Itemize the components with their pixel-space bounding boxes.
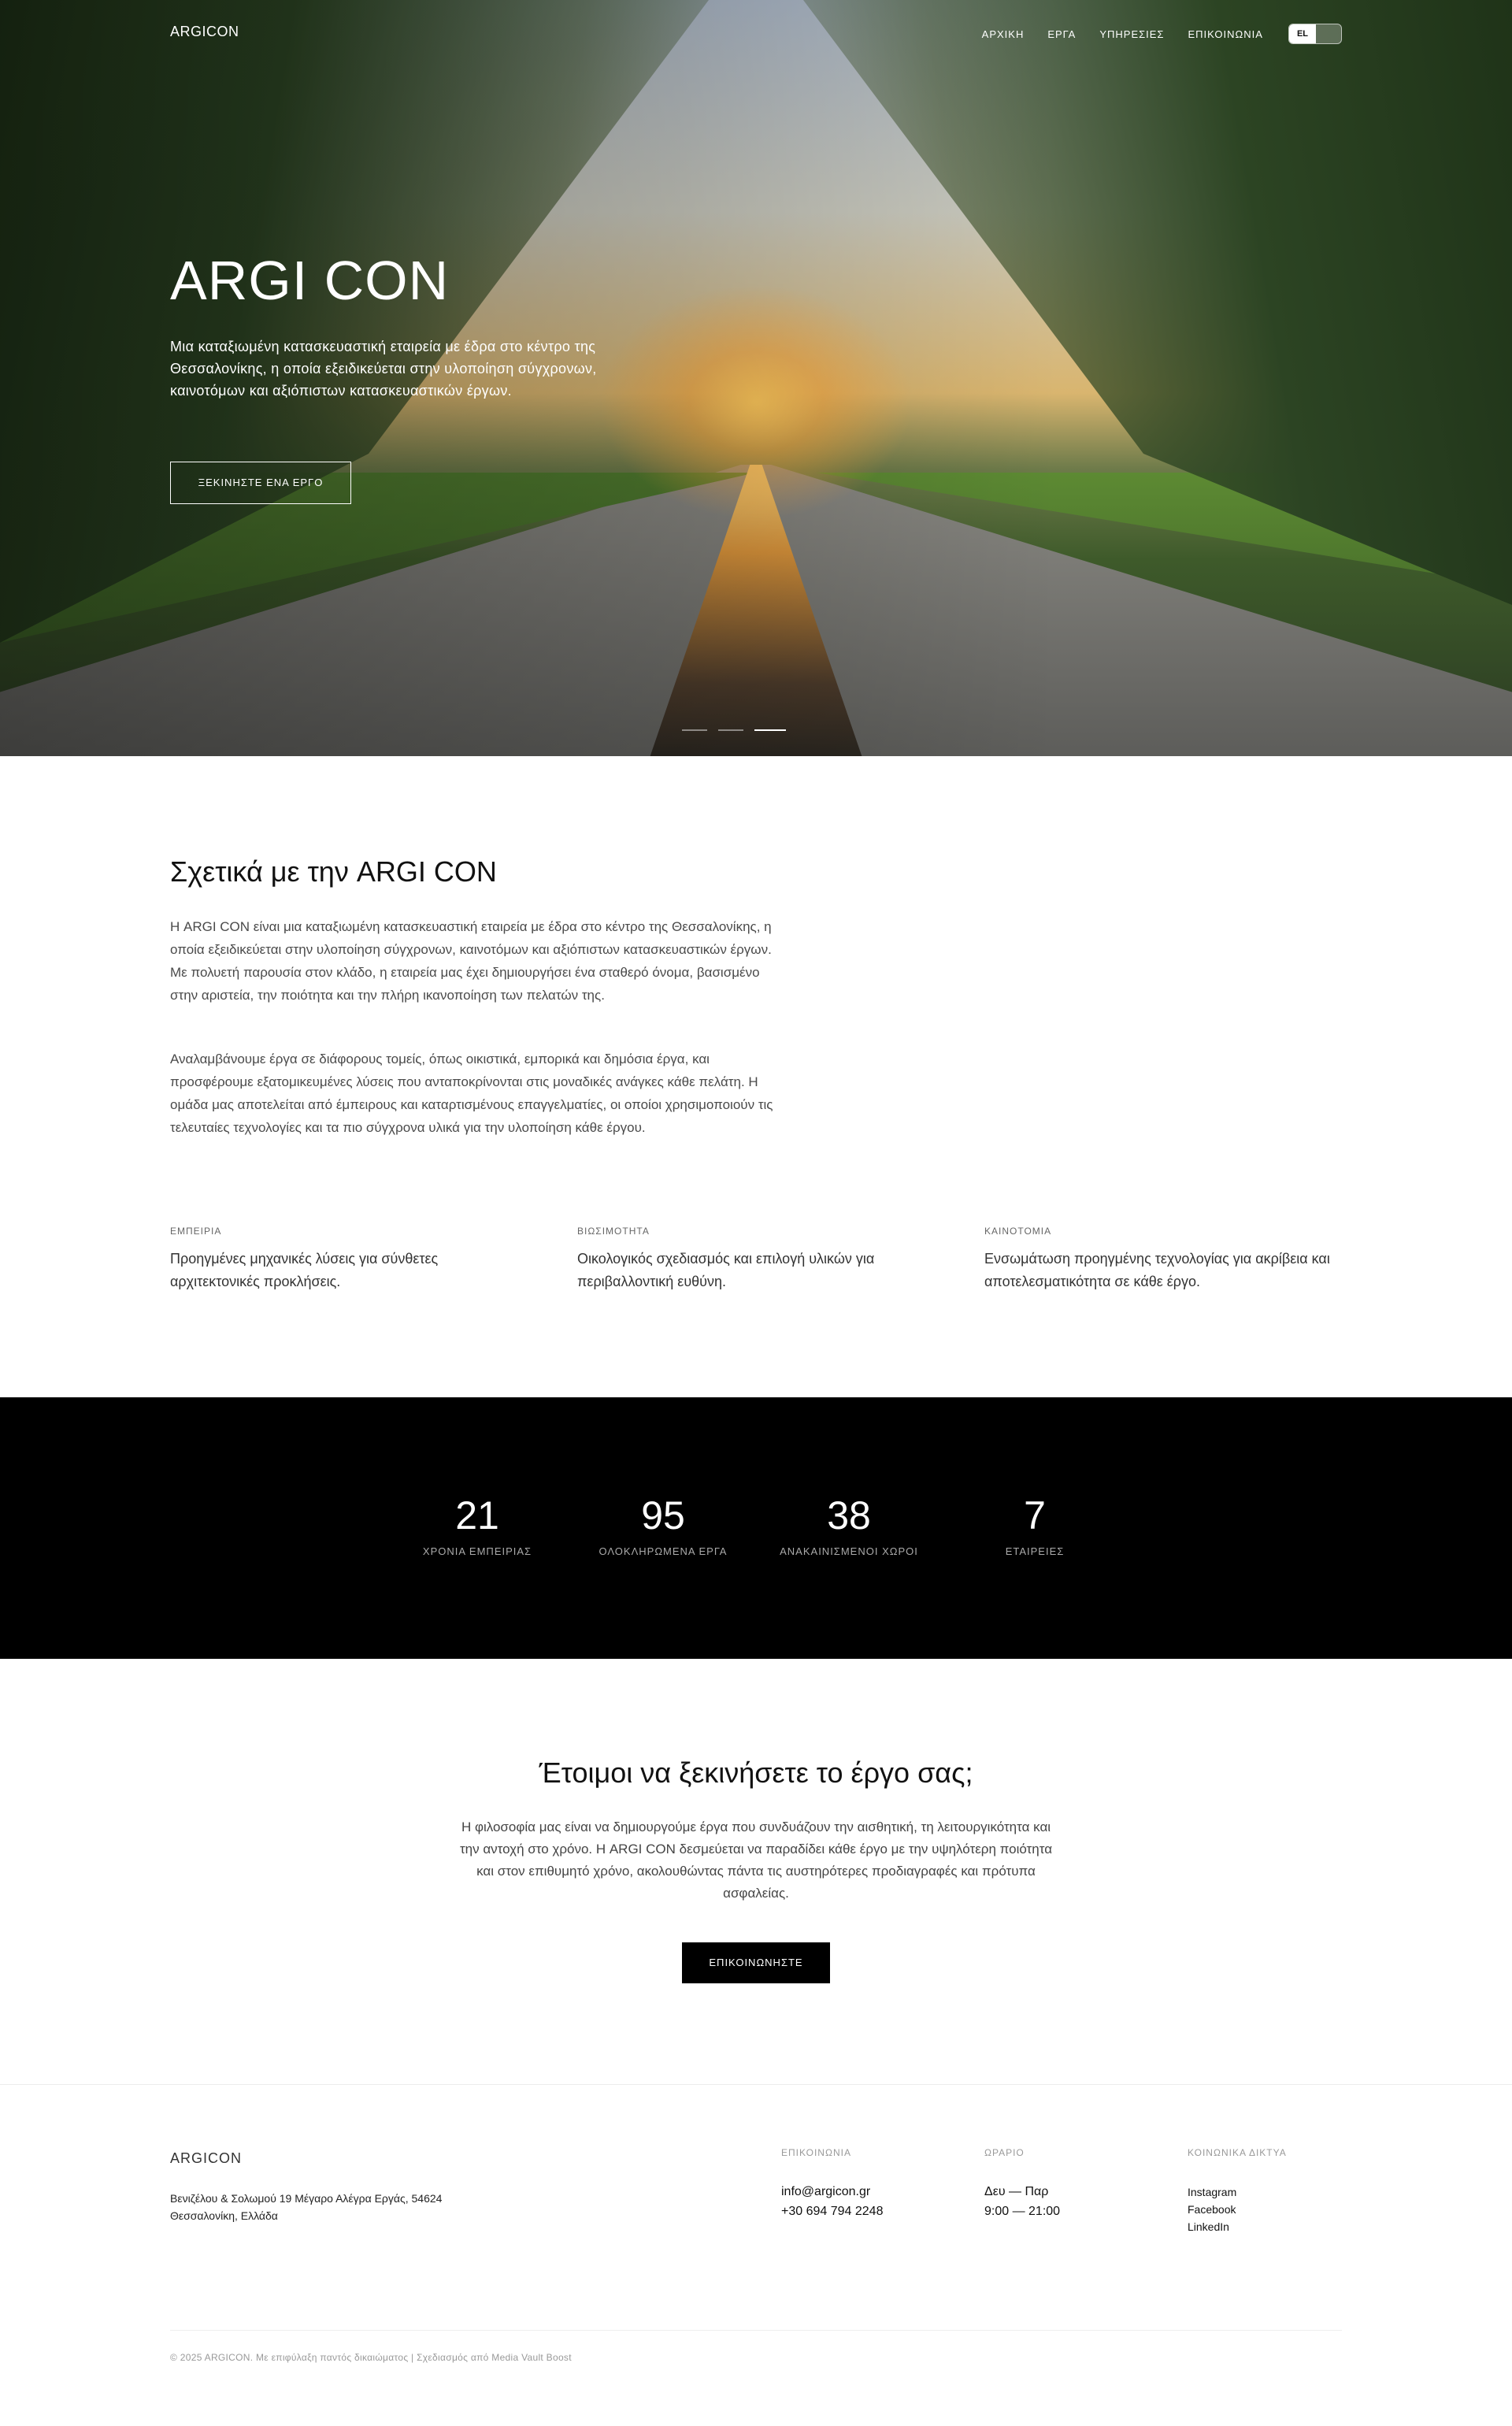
stat-projects: 95 ΟΛΟΚΛΗΡΩΜΕΝΑ ΕΡΓΑ <box>570 1492 756 1557</box>
footer-social-label: ΚΟΙΝΩΝΙΚΑ ΔΙΚΤΥΑ <box>1188 2147 1287 2158</box>
start-project-button[interactable]: ΞΕΚΙΝΗΣΤΕ ΕΝΑ ΕΡΓΟ <box>170 462 351 504</box>
hero-title: ARGI CON <box>170 250 450 311</box>
about-title: Σχετικά με την ARGI CON <box>170 855 497 888</box>
footer-hours-label: ΩΡΑΡΙΟ <box>984 2147 1025 2158</box>
footer-address: Βενιζέλου & Σολωμού 19 Μέγαρο Αλέγρα Εργ… <box>170 2190 442 2224</box>
feature-label: ΚΑΙΝΟΤΟΜΙΑ <box>984 1226 1052 1237</box>
social-link-instagram[interactable]: Instagram <box>1188 2183 1287 2201</box>
feature-innovation: ΚΑΙΝΟΤΟΜΙΑ Ενσωμάτωση προηγμένης τεχνολο… <box>984 1226 1339 1293</box>
nav-link-services[interactable]: ΥΠΗΡΕΣΙΕΣ <box>1099 28 1164 40</box>
language-option-el[interactable]: EL <box>1288 24 1316 43</box>
social-link-facebook[interactable]: Facebook <box>1188 2201 1287 2218</box>
stat-years: 21 ΧΡΟΝΙΑ ΕΜΠΕΙΡΙΑΣ <box>384 1492 570 1557</box>
slide-indicator-2[interactable] <box>718 729 743 731</box>
nav-link-projects[interactable]: ΕΡΓΑ <box>1047 28 1076 40</box>
footer-contact-label: ΕΠΙΚΟΙΝΩΝΙΑ <box>781 2147 851 2158</box>
stat-value: 21 <box>455 1493 499 1538</box>
footer-contact-column: ΕΠΙΚΟΙΝΩΝΙΑ info@argicon.gr +30 694 794 … <box>781 2147 883 2221</box>
feature-text: Οικολογικός σχεδιασμός και επιλογή υλικώ… <box>577 1251 875 1289</box>
main-nav: ΑΡΧΙΚΗ ΕΡΓΑ ΥΠΗΡΕΣΙΕΣ ΕΠΙΚΟΙΝΩΝΙΑ EL <box>982 24 1342 44</box>
stat-label: ΧΡΟΝΙΑ ΕΜΠΕΙΡΙΑΣ <box>422 1545 532 1557</box>
social-link-linkedin[interactable]: LinkedIn <box>1188 2218 1287 2235</box>
stat-label: ΕΤΑΙΡΕΙΕΣ <box>1005 1545 1065 1557</box>
hero-section: ARGICON ΑΡΧΙΚΗ ΕΡΓΑ ΥΠΗΡΕΣΙΕΣ ΕΠΙΚΟΙΝΩΝΙ… <box>0 0 1512 756</box>
nav-link-home[interactable]: ΑΡΧΙΚΗ <box>982 28 1025 40</box>
footer-social-column: ΚΟΙΝΩΝΙΚΑ ΔΙΚΤΥΑ Instagram Facebook Link… <box>1188 2147 1287 2235</box>
contact-us-button[interactable]: ΕΠΙΚΟΙΝΩΝΗΣΤΕ <box>682 1942 830 1983</box>
stat-value: 38 <box>827 1493 871 1538</box>
footer-email[interactable]: info@argicon.gr <box>781 2182 883 2202</box>
stats-section: 21 ΧΡΟΝΙΑ ΕΜΠΕΙΡΙΑΣ 95 ΟΛΟΚΛΗΡΩΜΕΝΑ ΕΡΓΑ… <box>0 1397 1512 1659</box>
language-option-other[interactable] <box>1316 24 1341 43</box>
footer-divider <box>0 2084 1512 2085</box>
cta-description: Η φιλοσοφία μας είναι να δημιουργούμε έρ… <box>459 1820 1053 1901</box>
stat-label: ΑΝΑΚΑΙΝΙΣΜΕΝΟΙ ΧΩΡΟΙ <box>780 1545 918 1557</box>
stat-companies: 7 ΕΤΑΙΡΕΙΕΣ <box>942 1492 1128 1557</box>
feature-text: Ενσωμάτωση προηγμένης τεχνολογίας για ακ… <box>984 1251 1330 1289</box>
cta-title: Έτοιμοι να ξεκινήσετε το έργο σας; <box>539 1756 973 1789</box>
slide-indicator-1[interactable] <box>682 729 707 731</box>
footer-bottom-divider <box>170 2330 1342 2331</box>
footer-hours: 9:00 — 21:00 <box>984 2205 1061 2218</box>
copyright-text: © 2025 ARGICON. Με επιφύλαξη παντός δικα… <box>170 2352 572 2363</box>
about-paragraph-1: Η ARGI CON είναι μια καταξιωμένη κατασκε… <box>170 919 772 1003</box>
about-paragraph-2: Αναλαμβάνουμε έργα σε διάφορους τομείς, … <box>170 1052 773 1135</box>
footer-hours-column: ΩΡΑΡΙΟ Δευ — Παρ 9:00 — 21:00 <box>984 2147 1060 2221</box>
footer-logo[interactable]: ARGICON <box>170 2150 242 2167</box>
footer-phone[interactable]: +30 694 794 2248 <box>781 2202 883 2221</box>
footer-days: Δευ — Παρ <box>984 2185 1049 2198</box>
feature-label: ΕΜΠΕΙΡΙΑ <box>170 1226 222 1237</box>
feature-label: ΒΙΩΣΙΜΟΤΗΤΑ <box>577 1226 650 1237</box>
address-line-2: Θεσσαλονίκη, Ελλάδα <box>170 2209 278 2222</box>
feature-experience: ΕΜΠΕΙΡΙΑ Προηγμένες μηχανικές λύσεις για… <box>170 1226 524 1293</box>
slide-indicator-3[interactable] <box>754 729 786 731</box>
stat-value: 7 <box>1024 1493 1046 1538</box>
feature-text: Προηγμένες μηχανικές λύσεις για σύνθετες… <box>170 1251 439 1289</box>
feature-sustainability: ΒΙΩΣΙΜΟΤΗΤΑ Οικολογικός σχεδιασμός και ε… <box>577 1226 932 1293</box>
site-logo[interactable]: ARGICON <box>170 24 239 40</box>
stat-value: 95 <box>641 1493 685 1538</box>
nav-link-contact[interactable]: ΕΠΙΚΟΙΝΩΝΙΑ <box>1188 28 1262 40</box>
address-line-1: Βενιζέλου & Σολωμού 19 Μέγαρο Αλέγρα Εργ… <box>170 2192 443 2205</box>
hero-description: Μια καταξιωμένη κατασκευαστική εταιρεία … <box>170 339 597 399</box>
slider-indicators <box>682 729 786 731</box>
stat-renovations: 38 ΑΝΑΚΑΙΝΙΣΜΕΝΟΙ ΧΩΡΟΙ <box>756 1492 942 1557</box>
stat-label: ΟΛΟΚΛΗΡΩΜΕΝΑ ΕΡΓΑ <box>598 1545 728 1557</box>
language-toggle[interactable]: EL <box>1288 24 1342 44</box>
